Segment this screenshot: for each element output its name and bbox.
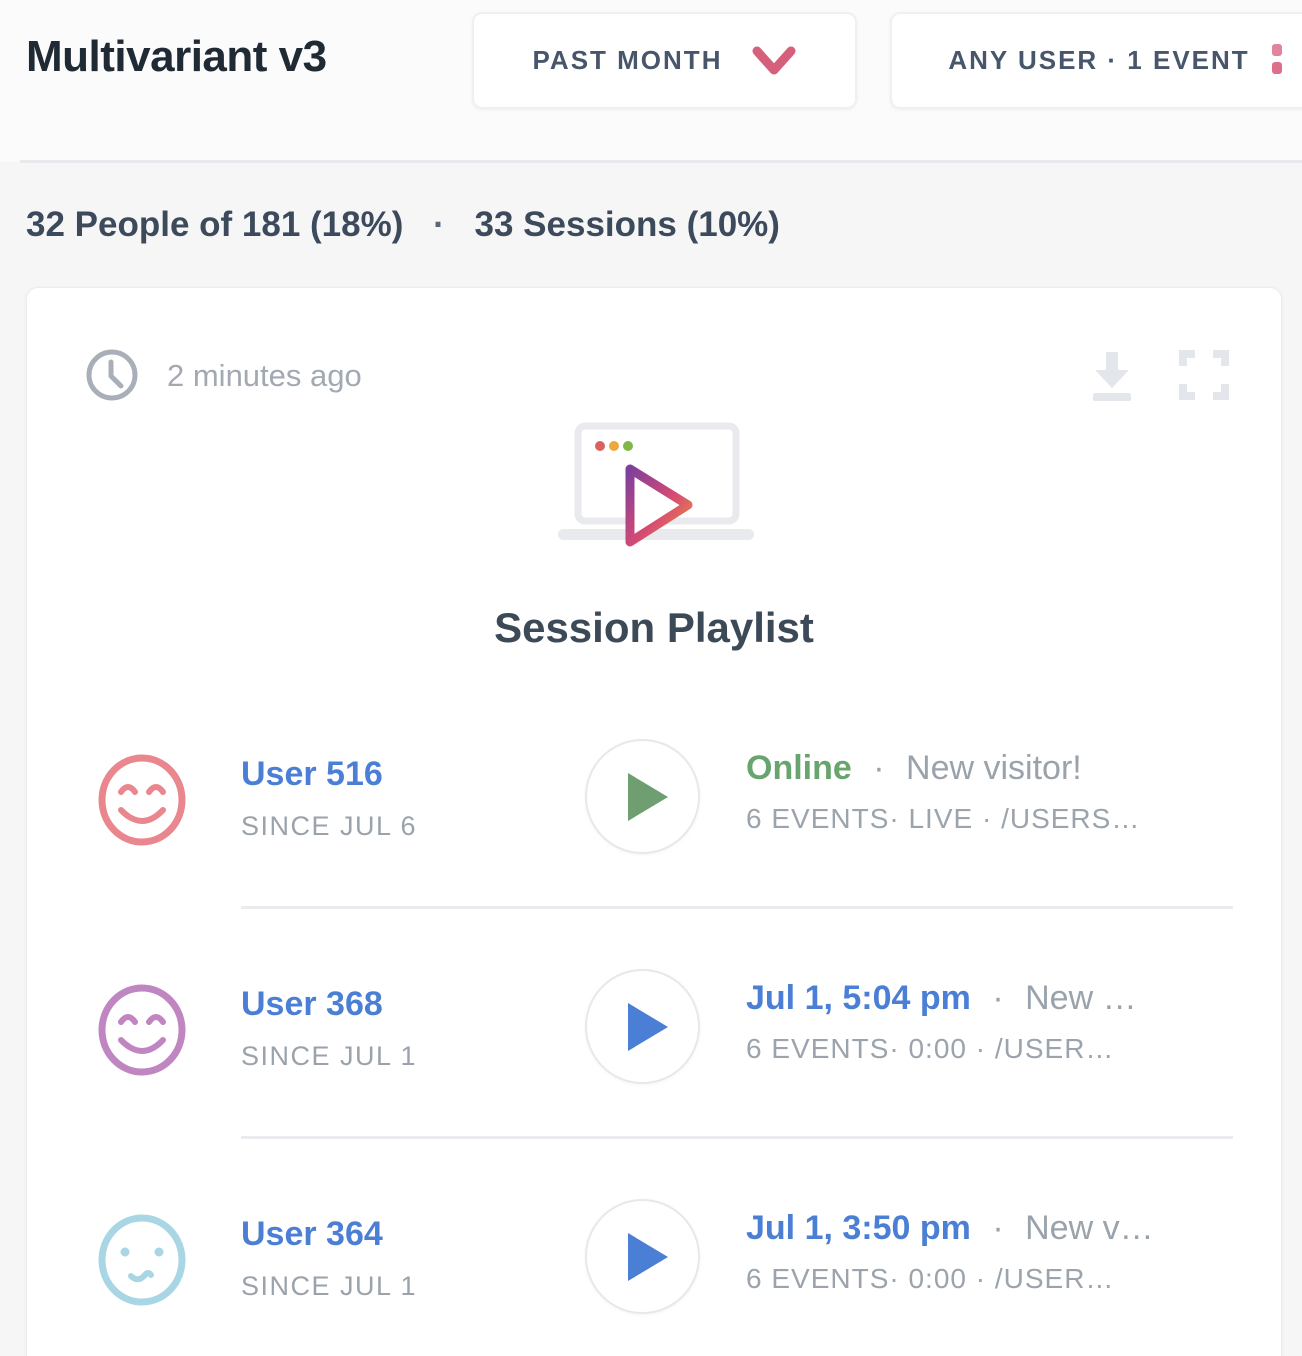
session-status: Jul 1, 5:04 pm · New … (746, 979, 1137, 1018)
user-link[interactable]: User 368 (241, 985, 383, 1024)
user-link[interactable]: User 364 (241, 1215, 383, 1254)
session-row: User 516 SINCE JUL 6 Online · New visito… (27, 711, 1281, 886)
clock-icon (85, 348, 139, 402)
filter-label: ANY USER · 1 EVENT (948, 45, 1249, 76)
session-status-primary[interactable]: Jul 1, 5:04 pm (746, 979, 971, 1017)
people-stat: 32 People of 181 (18%) (26, 205, 403, 244)
date-range-label: PAST MONTH (533, 45, 723, 76)
session-playlist-icon (550, 416, 762, 554)
session-status-note: New visitor! (906, 749, 1082, 787)
filter-button[interactable]: ANY USER · 1 EVENT (890, 12, 1302, 109)
stats-separator: · (433, 205, 445, 244)
play-icon (628, 1003, 668, 1051)
status-separator: · (873, 749, 884, 787)
happy-face-icon (97, 754, 187, 846)
session-status: Jul 1, 3:50 pm · New v… (746, 1209, 1154, 1248)
user-since: SINCE JUL 1 (241, 1271, 417, 1302)
wink-face-icon (97, 1214, 187, 1306)
row-divider (241, 1136, 1233, 1139)
download-icon[interactable] (1085, 348, 1139, 402)
user-link[interactable]: User 516 (241, 755, 383, 794)
fullscreen-icon[interactable] (1179, 350, 1229, 400)
sessions-stat: 33 Sessions (10%) (475, 205, 780, 244)
user-since: SINCE JUL 1 (241, 1041, 417, 1072)
session-status-note: New v… (1025, 1209, 1153, 1247)
play-icon (628, 1233, 668, 1281)
funnel-stats: 32 People of 181 (18%) · 33 Sessions (10… (26, 205, 780, 245)
status-separator: · (992, 1209, 1003, 1247)
happy-face-icon (97, 984, 187, 1076)
session-status-note: New … (1025, 979, 1136, 1017)
play-session-button[interactable] (585, 1199, 700, 1314)
status-separator: · (992, 979, 1003, 1017)
session-row: User 368 SINCE JUL 1 Jul 1, 5:04 pm · Ne… (27, 941, 1281, 1116)
play-icon (628, 773, 668, 821)
header-divider (20, 160, 1302, 163)
play-session-button[interactable] (585, 969, 700, 1084)
session-playlist-card: 2 minutes ago (26, 287, 1282, 1356)
session-status-primary[interactable]: Online (746, 749, 852, 787)
play-session-button[interactable] (585, 739, 700, 854)
user-since: SINCE JUL 6 (241, 811, 417, 842)
session-details: 6 EVENTS· 0:00 · /USER… (746, 1263, 1114, 1295)
clipped-pink-icon (1272, 44, 1282, 78)
session-status-primary[interactable]: Jul 1, 3:50 pm (746, 1209, 971, 1247)
card-title: Session Playlist (27, 604, 1281, 652)
session-details: 6 EVENTS· 0:00 · /USER… (746, 1033, 1114, 1065)
last-updated-text: 2 minutes ago (167, 358, 362, 394)
session-details: 6 EVENTS· LIVE · /USERS… (746, 803, 1140, 835)
session-row: User 364 SINCE JUL 1 Jul 1, 3:50 pm · Ne… (27, 1171, 1281, 1346)
date-range-button[interactable]: PAST MONTH (472, 12, 857, 109)
page-title: Multivariant v3 (26, 32, 327, 82)
header: Multivariant v3 PAST MONTH ANY USER · 1 … (0, 0, 1302, 162)
row-divider (241, 906, 1233, 909)
session-status: Online · New visitor! (746, 749, 1082, 788)
chevron-down-icon (752, 46, 796, 76)
